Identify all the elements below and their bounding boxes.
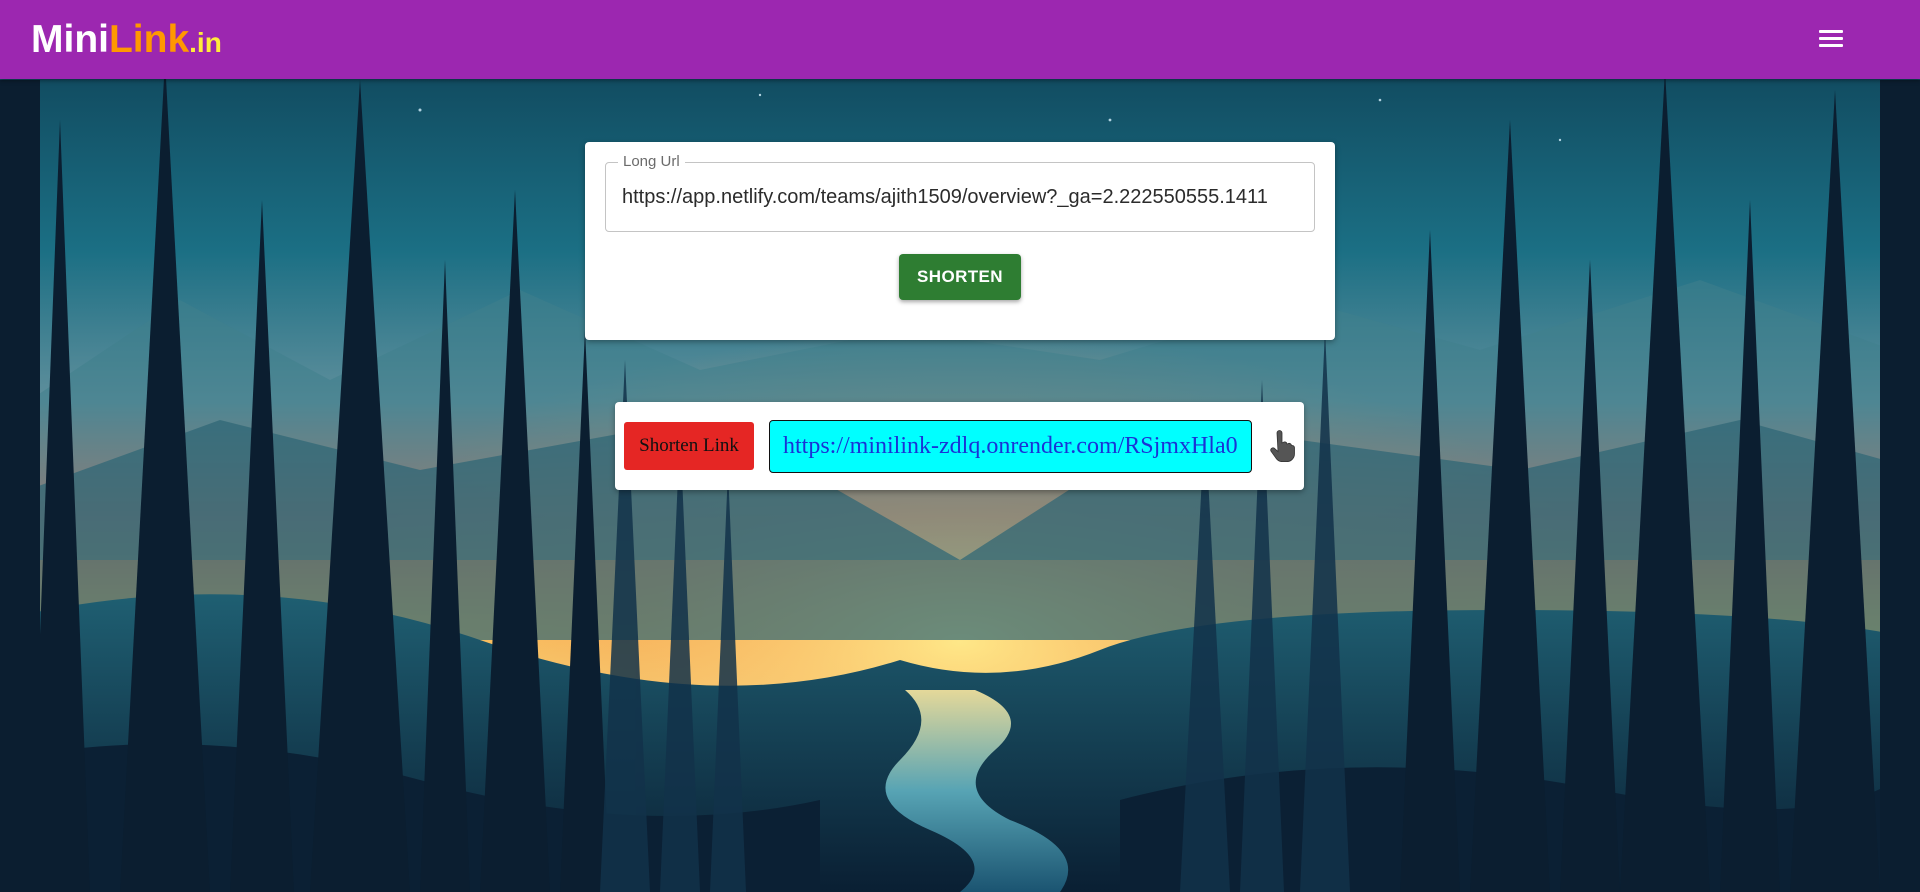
short-url-link[interactable]: https://minilink-zdlq.onrender.com/RSjmx…	[769, 420, 1252, 473]
brand-mini-text: Mini	[31, 18, 109, 61]
shorten-form-card: Long Url SHORTEN	[585, 142, 1335, 340]
pointer-hand-icon[interactable]	[1267, 430, 1295, 462]
brand-link-text: Link	[108, 18, 190, 61]
shorten-link-label: Shorten Link	[624, 422, 754, 470]
long-url-label: Long Url	[618, 154, 685, 170]
long-url-field: Long Url	[605, 154, 1315, 232]
long-url-input[interactable]	[622, 177, 1298, 217]
shorten-button[interactable]: SHORTEN	[899, 254, 1021, 300]
brand-tld-text: .in	[189, 27, 222, 58]
result-card: Shorten Link https://minilink-zdlq.onren…	[615, 402, 1304, 490]
hamburger-menu-icon[interactable]	[1814, 22, 1848, 56]
app-bar: MiniLink.in	[0, 0, 1920, 79]
brand-logo[interactable]: MiniLink.in	[31, 18, 222, 65]
